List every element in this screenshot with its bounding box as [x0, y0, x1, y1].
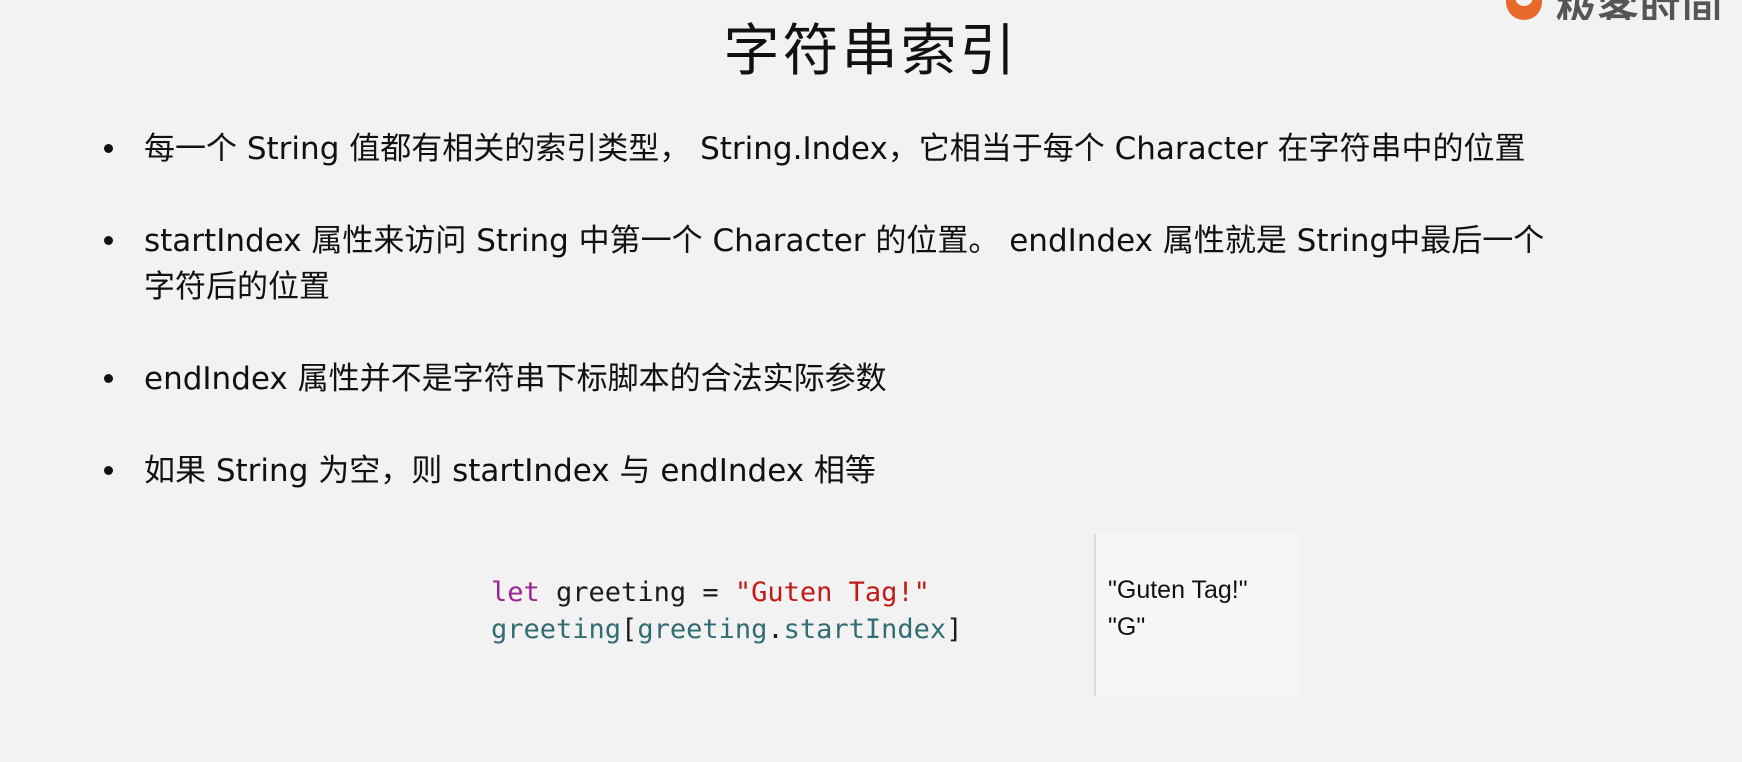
- bullet-text: 如果 String 为空，则 startIndex 与 endIndex 相等: [144, 453, 876, 489]
- playground-results-panel: "Guten Tag!" "G": [1094, 534, 1300, 696]
- slide-title: 字符串索引: [723, 19, 1019, 84]
- code-bracket: ]: [946, 614, 963, 645]
- bullet-list: 每一个 String 值都有相关的索引类型， String.Index，它相当于…: [100, 126, 1700, 540]
- bullet-item: endIndex 属性并不是字符串下标脚本的合法实际参数: [100, 356, 1700, 402]
- code-line-1: let greeting = "Guten Tag!": [491, 574, 962, 611]
- code-identifier: greeting: [637, 614, 768, 645]
- bullet-item: startIndex 属性来访问 String 中第一个 Character 的…: [100, 218, 1564, 310]
- result-line: "Guten Tag!": [1108, 576, 1248, 604]
- code-identifier: greeting: [491, 614, 622, 645]
- bullet-dot-icon: [104, 374, 113, 383]
- bullet-dot-icon: [104, 144, 113, 153]
- bullet-item: 如果 String 为空，则 startIndex 与 endIndex 相等: [100, 448, 1700, 494]
- bullet-text: endIndex 属性并不是字符串下标脚本的合法实际参数: [144, 361, 887, 397]
- code-line-2: greeting[greeting.startIndex]: [491, 611, 962, 648]
- code-keyword: let: [491, 577, 540, 608]
- bullet-dot-icon: [104, 466, 113, 475]
- code-property: startIndex: [783, 614, 947, 645]
- bullet-dot-icon: [104, 236, 113, 245]
- result-line: "G": [1108, 613, 1146, 641]
- bullet-text: 每一个 String 值都有相关的索引类型， String.Index，它相当于…: [144, 131, 1526, 167]
- bullet-text: startIndex 属性来访问 String 中第一个 Character 的…: [144, 223, 1545, 305]
- bullet-item: 每一个 String 值都有相关的索引类型， String.Index，它相当于…: [100, 126, 1704, 172]
- code-snippet: let greeting = "Guten Tag!" greeting[gree…: [491, 574, 962, 648]
- code-bracket: [: [621, 614, 638, 645]
- code-text: greeting =: [539, 577, 735, 608]
- code-string-literal: "Guten Tag!": [734, 577, 930, 608]
- code-dot: .: [767, 614, 784, 645]
- slide: 极客时间 字符串索引 每一个 String 值都有相关的索引类型， String…: [0, 0, 1742, 762]
